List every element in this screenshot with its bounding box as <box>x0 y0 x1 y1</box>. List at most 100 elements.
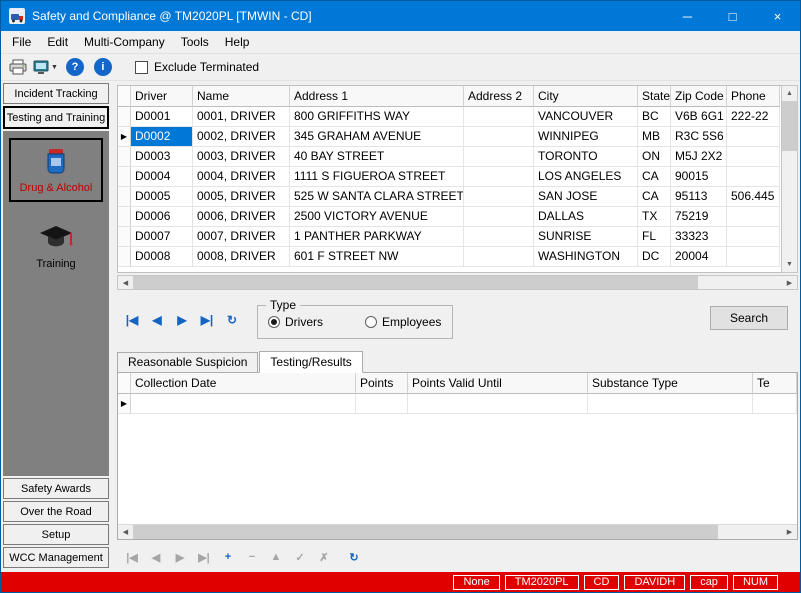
menu-help[interactable]: Help <box>217 32 258 52</box>
scrollbar-thumb[interactable] <box>133 276 698 289</box>
cell[interactable] <box>464 167 534 187</box>
column-header[interactable]: City <box>534 86 638 107</box>
column-header[interactable]: Substance Type <box>588 373 753 394</box>
cell[interactable]: WASHINGTON <box>534 247 638 267</box>
column-header[interactable]: Driver <box>131 86 193 107</box>
scroll-right-icon[interactable]: ▶ <box>782 276 797 289</box>
cell[interactable]: V6B 6G1 <box>671 107 727 127</box>
sidebar-item-incident-tracking[interactable]: Incident Tracking <box>3 83 109 104</box>
cell[interactable] <box>727 227 780 247</box>
close-button[interactable]: × <box>755 1 800 31</box>
minimize-button[interactable]: ─ <box>665 1 710 31</box>
cell[interactable]: D0004 <box>131 167 193 187</box>
tab-reasonable-suspicion[interactable]: Reasonable Suspicion <box>117 352 258 372</box>
column-header[interactable]: Address 1 <box>290 86 464 107</box>
about-button[interactable]: i <box>89 55 117 79</box>
cell[interactable]: 601 F STREET NW <box>290 247 464 267</box>
cell[interactable]: 40 BAY STREET <box>290 147 464 167</box>
cell[interactable]: 345 GRAHAM AVENUE <box>290 127 464 147</box>
cell[interactable]: D0002 <box>131 127 193 147</box>
cell[interactable]: 0005, DRIVER <box>193 187 290 207</box>
cell[interactable]: D0003 <box>131 147 193 167</box>
post-edit-button[interactable]: ✓ <box>289 547 311 567</box>
cell[interactable]: DALLAS <box>534 207 638 227</box>
sidebar-item-training[interactable]: Training <box>9 218 103 276</box>
radio-employees-icon[interactable] <box>365 316 377 328</box>
cell[interactable]: 1 PANTHER PARKWAY <box>290 227 464 247</box>
print-button[interactable] <box>6 55 30 79</box>
cell[interactable]: TX <box>638 207 671 227</box>
cell[interactable]: 90015 <box>671 167 727 187</box>
menu-edit[interactable]: Edit <box>39 32 76 52</box>
sidebar-item-setup[interactable]: Setup <box>3 524 109 545</box>
prior-record-button[interactable]: ◀ <box>145 547 167 567</box>
cell[interactable]: 222-22 <box>727 107 780 127</box>
cell[interactable] <box>464 187 534 207</box>
prior-record-button[interactable]: ◀ <box>146 309 168 331</box>
column-header[interactable]: Zip Code <box>671 86 727 107</box>
cell[interactable]: 20004 <box>671 247 727 267</box>
cell[interactable] <box>464 247 534 267</box>
tab-testing-results[interactable]: Testing/Results <box>259 351 362 373</box>
radio-employees[interactable]: Employees <box>365 315 441 329</box>
cancel-edit-button[interactable]: ✗ <box>313 547 335 567</box>
scrollbar-thumb[interactable] <box>782 101 797 151</box>
cell[interactable]: 525 W SANTA CLARA STREET <box>290 187 464 207</box>
cell[interactable]: 506.445 <box>727 187 780 207</box>
cell[interactable] <box>464 147 534 167</box>
sidebar-item-safety-awards[interactable]: Safety Awards <box>3 478 109 499</box>
cell[interactable]: D0001 <box>131 107 193 127</box>
cell[interactable]: 33323 <box>671 227 727 247</box>
scroll-down-icon[interactable]: ▼ <box>782 257 797 272</box>
results-horizontal-scrollbar[interactable]: ◀ ▶ <box>118 524 797 539</box>
cell[interactable]: M5J 2X2 <box>671 147 727 167</box>
next-record-button[interactable]: ▶ <box>169 547 191 567</box>
last-record-button[interactable]: ▶| <box>193 547 215 567</box>
cell[interactable]: WINNIPEG <box>534 127 638 147</box>
cell[interactable] <box>727 147 780 167</box>
horizontal-scrollbar[interactable]: ◀ ▶ <box>117 275 798 290</box>
cell[interactable] <box>464 227 534 247</box>
menu-multi-company[interactable]: Multi-Company <box>76 32 173 52</box>
sidebar-item-over-the-road[interactable]: Over the Road <box>3 501 109 522</box>
cell[interactable]: 95113 <box>671 187 727 207</box>
cell[interactable] <box>727 127 780 147</box>
export-dropdown-button[interactable]: ▼ <box>30 55 61 79</box>
cell[interactable] <box>727 247 780 267</box>
cell[interactable]: 0001, DRIVER <box>193 107 290 127</box>
cell[interactable]: LOS ANGELES <box>534 167 638 187</box>
cell[interactable]: DC <box>638 247 671 267</box>
menu-tools[interactable]: Tools <box>173 32 217 52</box>
insert-record-button[interactable]: + <box>217 547 239 567</box>
radio-drivers[interactable]: Drivers <box>268 315 323 329</box>
cell[interactable]: MB <box>638 127 671 147</box>
cell[interactable]: 0006, DRIVER <box>193 207 290 227</box>
cell[interactable]: 1111 S FIGUEROA STREET <box>290 167 464 187</box>
cell[interactable]: SAN JOSE <box>534 187 638 207</box>
sidebar-item-wcc-management[interactable]: WCC Management <box>3 547 109 568</box>
sidebar-item-drug-alcohol[interactable]: Drug & Alcohol <box>9 138 103 202</box>
cell[interactable]: 0002, DRIVER <box>193 127 290 147</box>
cell[interactable] <box>753 394 797 414</box>
cell[interactable] <box>464 207 534 227</box>
cell[interactable]: R3C 5S6 <box>671 127 727 147</box>
first-record-button[interactable]: |◀ <box>121 309 143 331</box>
cell[interactable] <box>464 107 534 127</box>
cell[interactable]: ON <box>638 147 671 167</box>
sidebar-item-testing-and-training[interactable]: Testing and Training <box>3 106 109 129</box>
search-button[interactable]: Search <box>710 306 788 330</box>
column-header[interactable]: Phone <box>727 86 780 107</box>
cell[interactable]: D0007 <box>131 227 193 247</box>
column-header[interactable]: Name <box>193 86 290 107</box>
column-header[interactable]: Points Valid Until <box>408 373 588 394</box>
scroll-left-icon[interactable]: ◀ <box>118 276 133 289</box>
scroll-left-icon[interactable]: ◀ <box>118 525 133 539</box>
cell[interactable]: TORONTO <box>534 147 638 167</box>
cell[interactable]: BC <box>638 107 671 127</box>
column-header[interactable]: State <box>638 86 671 107</box>
cell[interactable]: D0005 <box>131 187 193 207</box>
cell[interactable]: D0006 <box>131 207 193 227</box>
scroll-right-icon[interactable]: ▶ <box>782 525 797 539</box>
cell[interactable] <box>131 394 356 414</box>
maximize-button[interactable]: □ <box>710 1 755 31</box>
